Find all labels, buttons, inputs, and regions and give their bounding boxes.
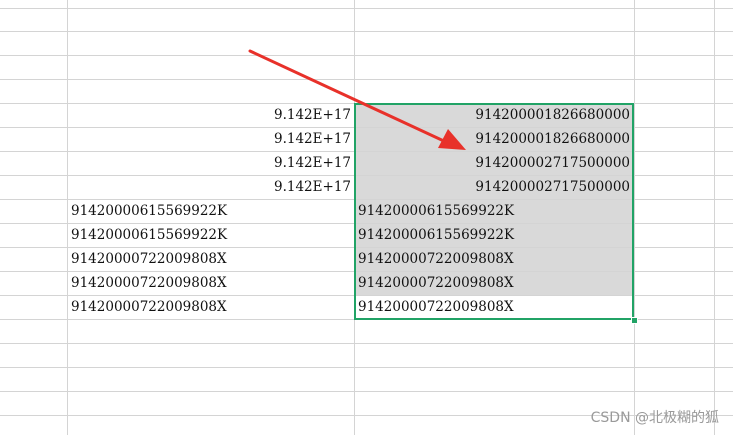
cell-a-row-7[interactable]: 91420000722009808X <box>68 248 354 271</box>
fill-handle[interactable] <box>631 317 638 324</box>
selection-border <box>354 103 634 320</box>
gridline <box>714 0 715 435</box>
gridline <box>0 79 733 80</box>
cell-a-row-6[interactable]: 91420000615569922K <box>68 224 354 247</box>
gridline <box>0 8 733 9</box>
cell-a-row-4[interactable]: 9.142E+17 <box>68 176 354 199</box>
cell-a-row-9[interactable]: 91420000722009808X <box>68 296 354 319</box>
gridline <box>634 0 635 435</box>
gridline <box>0 31 733 32</box>
cell-a-row-1[interactable]: 9.142E+17 <box>68 104 354 127</box>
gridline <box>0 55 733 56</box>
cell-a-row-3[interactable]: 9.142E+17 <box>68 152 354 175</box>
cell-a-row-5[interactable]: 91420000615569922K <box>68 200 354 223</box>
spreadsheet-grid[interactable]: 9.142E+17 9.142E+17 9.142E+17 9.142E+17 … <box>0 0 733 435</box>
cell-a-row-2[interactable]: 9.142E+17 <box>68 128 354 151</box>
gridline <box>0 391 733 392</box>
gridline <box>0 343 733 344</box>
gridline <box>0 367 733 368</box>
watermark: CSDN @北极糊的狐 <box>590 410 719 426</box>
cell-a-row-8[interactable]: 91420000722009808X <box>68 272 354 295</box>
